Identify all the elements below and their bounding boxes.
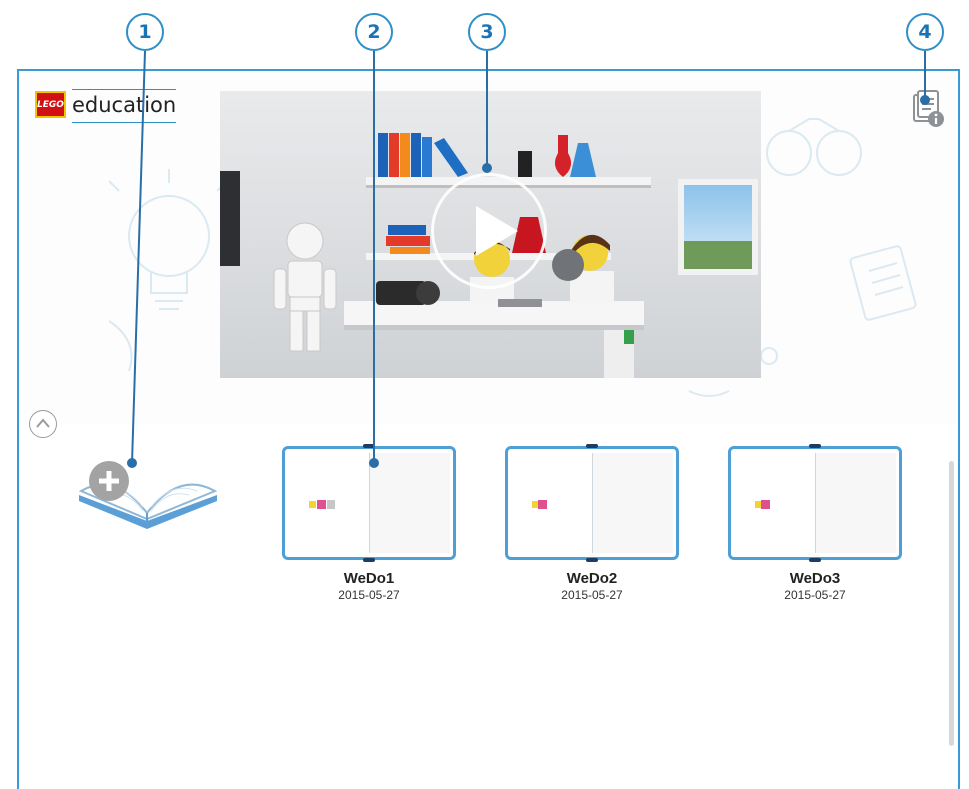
project-date: 2015-05-27	[561, 588, 623, 602]
logo-text: education	[72, 92, 177, 117]
play-button[interactable]	[431, 173, 547, 289]
project-name: WeDo3	[789, 570, 841, 587]
project-name: WeDo1	[343, 570, 395, 587]
project-preview-image	[532, 500, 547, 509]
callout-2: 2	[355, 13, 393, 51]
project-date: 2015-05-27	[338, 588, 400, 602]
project-thumbnail[interactable]	[728, 444, 902, 562]
collapse-button[interactable]	[29, 410, 57, 438]
play-icon	[476, 206, 518, 256]
project-preview-image	[755, 500, 770, 509]
project-preview-image	[309, 500, 335, 509]
app-window: LEGO education WeDo1 2015-05-27 WeDo2 20…	[17, 69, 960, 789]
lego-badge: LEGO	[35, 91, 66, 118]
projects-scrollbar[interactable]	[949, 461, 954, 746]
document-info-icon[interactable]	[912, 89, 944, 129]
project-item[interactable]: WeDo3 2015-05-27	[727, 444, 903, 602]
callout-3: 3	[468, 13, 506, 51]
project-date: 2015-05-27	[784, 588, 846, 602]
project-item[interactable]: WeDo1 2015-05-27	[281, 444, 457, 602]
lobby-header-area: LEGO education	[19, 71, 958, 424]
lego-education-logo: LEGO education	[35, 88, 177, 123]
callout-4: 4	[906, 13, 944, 51]
logo-wordmark: education	[72, 88, 177, 123]
new-project-button[interactable]	[67, 451, 227, 531]
chevron-up-icon	[36, 418, 50, 428]
project-item[interactable]: WeDo2 2015-05-27	[504, 444, 680, 602]
intro-video[interactable]	[220, 91, 761, 378]
project-name: WeDo2	[566, 570, 618, 587]
open-book-plus-icon	[78, 461, 218, 529]
callout-1: 1	[126, 13, 164, 51]
project-thumbnail[interactable]	[282, 444, 456, 562]
project-thumbnail[interactable]	[505, 444, 679, 562]
